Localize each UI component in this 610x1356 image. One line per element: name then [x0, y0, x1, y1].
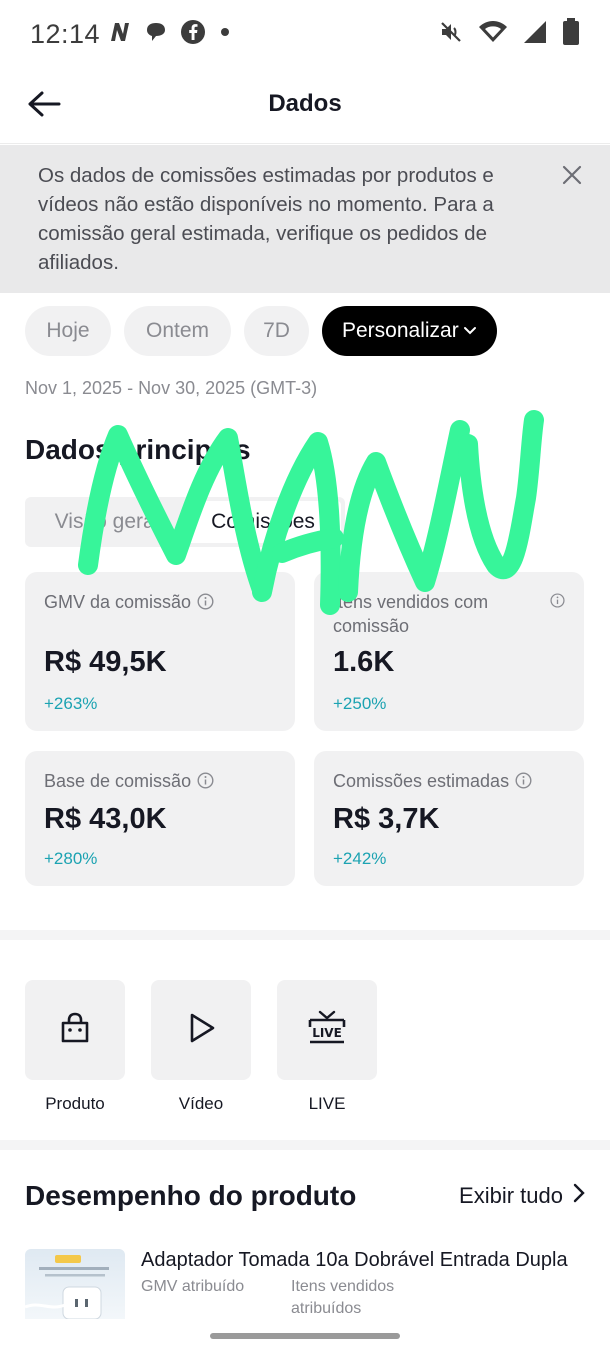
wifi-icon: [478, 20, 508, 49]
play-icon: [184, 1011, 218, 1050]
product-thumbnail: [25, 1249, 125, 1319]
section-divider: [0, 1140, 610, 1150]
metric-value: 1.6K: [333, 646, 395, 678]
date-range: Nov 1, 2025 - Nov 30, 2025 (GMT-3): [25, 378, 318, 398]
metric-value: R$ 43,0K: [44, 803, 167, 835]
mute-icon: [438, 19, 464, 50]
status-time: 12:14: [30, 18, 101, 49]
product-performance-header: Desempenho do produto Exibir tudo: [25, 1180, 585, 1212]
shopping-bag-icon: [58, 1011, 92, 1050]
metric-delta: +280%: [44, 849, 98, 868]
status-left-icons: [108, 19, 232, 50]
chat-bubble-icon: [144, 21, 168, 48]
info-icon[interactable]: [515, 772, 532, 789]
status-bar: 12:14: [0, 0, 610, 68]
metric-value: R$ 49,5K: [44, 646, 167, 678]
shortcut-box: [151, 980, 251, 1080]
section-title-main: Dados principais: [25, 434, 251, 465]
info-icon[interactable]: [197, 772, 214, 789]
shortcut-video[interactable]: Vídeo: [151, 980, 251, 1114]
chevron-right-icon: [573, 1183, 585, 1209]
segment-commissions[interactable]: Comissões: [185, 501, 341, 543]
product-gmv-label: GMV atribuído: [141, 1278, 245, 1295]
metric-delta: +263%: [44, 694, 98, 713]
metric-label-text: Base de comissão: [44, 771, 192, 791]
svg-text:LIVE: LIVE: [312, 1026, 342, 1040]
notice-banner: Os dados de comissões estimadas por prod…: [0, 145, 610, 293]
shortcut-label: Produto: [45, 1094, 105, 1113]
chip-personalizar-label: Personalizar: [342, 319, 459, 342]
metric-label: Itens vendidos com comissão: [333, 590, 565, 638]
metric-label-text: Comissões estimadas: [333, 771, 510, 791]
live-tv-icon: LIVE: [307, 1009, 347, 1052]
info-icon[interactable]: [197, 593, 214, 610]
metric-delta: +242%: [333, 849, 387, 868]
chip-ontem[interactable]: Ontem: [124, 306, 231, 356]
view-all-link[interactable]: Exibir tudo: [459, 1183, 585, 1209]
dot-icon: [218, 25, 232, 44]
metric-card-gmv[interactable]: GMV da comissão R$ 49,5K +263%: [25, 572, 295, 731]
shortcut-label: LIVE: [308, 1094, 346, 1113]
metric-label: GMV da comissão: [44, 590, 276, 614]
close-icon: [562, 165, 582, 190]
product-row[interactable]: Adaptador Tomada 10a Dobrável Entrada Du…: [25, 1249, 585, 1319]
metric-card-items-sold[interactable]: Itens vendidos com comissão 1.6K +250%: [314, 572, 584, 731]
shortcut-box: [25, 980, 125, 1080]
section-divider: [0, 930, 610, 940]
product-items-label: Itens vendidos atribuídos: [291, 1278, 395, 1317]
metric-label-text: GMV da comissão: [44, 592, 192, 612]
segment-control: Visão geral Comissões: [25, 497, 345, 547]
metric-label-text: Itens vendidos com comissão: [333, 592, 489, 636]
shortcut-live[interactable]: LIVE LIVE: [277, 980, 377, 1114]
metric-value: R$ 3,7K: [333, 803, 440, 835]
metric-card-commission-base[interactable]: Base de comissão R$ 43,0K +280%: [25, 751, 295, 886]
metric-delta: +250%: [333, 694, 387, 713]
shortcut-produto[interactable]: Produto: [25, 980, 125, 1114]
product-info: Adaptador Tomada 10a Dobrável Entrada Du…: [141, 1249, 585, 1319]
info-icon[interactable]: [550, 593, 565, 608]
date-filter-chips: Hoje Ontem 7D Personalizar: [25, 306, 497, 356]
metric-label: Comissões estimadas: [333, 769, 565, 793]
shortcut-box: LIVE: [277, 980, 377, 1080]
facebook-icon: [180, 19, 206, 50]
home-indicator[interactable]: [210, 1333, 400, 1339]
product-metric-columns: GMV atribuído Itens vendidos atribuídos: [141, 1276, 585, 1319]
nav-bar: Dados: [0, 68, 610, 144]
notice-text: Os dados de comissões estimadas por prod…: [38, 164, 494, 274]
chevron-down-icon: [463, 326, 477, 336]
signal-icon: [522, 19, 548, 50]
page-title: Dados: [268, 90, 342, 117]
product-name: Adaptador Tomada 10a Dobrável Entrada Du…: [141, 1249, 568, 1271]
chip-personalizar[interactable]: Personalizar: [322, 306, 497, 356]
notice-close-button[interactable]: [558, 163, 586, 191]
content-type-shortcuts: Produto Vídeo LIVE LIVE: [25, 980, 377, 1114]
chip-hoje[interactable]: Hoje: [25, 306, 111, 356]
view-all-label: Exibir tudo: [459, 1183, 563, 1208]
status-right-icons: [438, 17, 580, 51]
shortcut-label: Vídeo: [178, 1094, 224, 1113]
metric-label: Base de comissão: [44, 769, 276, 793]
n-app-icon: [108, 21, 132, 48]
chip-7d[interactable]: 7D: [244, 306, 309, 356]
segment-overview[interactable]: Visão geral: [29, 501, 185, 543]
product-performance-title: Desempenho do produto: [25, 1180, 357, 1211]
metric-card-estimated-commissions[interactable]: Comissões estimadas R$ 3,7K +242%: [314, 751, 584, 886]
battery-icon: [562, 17, 580, 51]
